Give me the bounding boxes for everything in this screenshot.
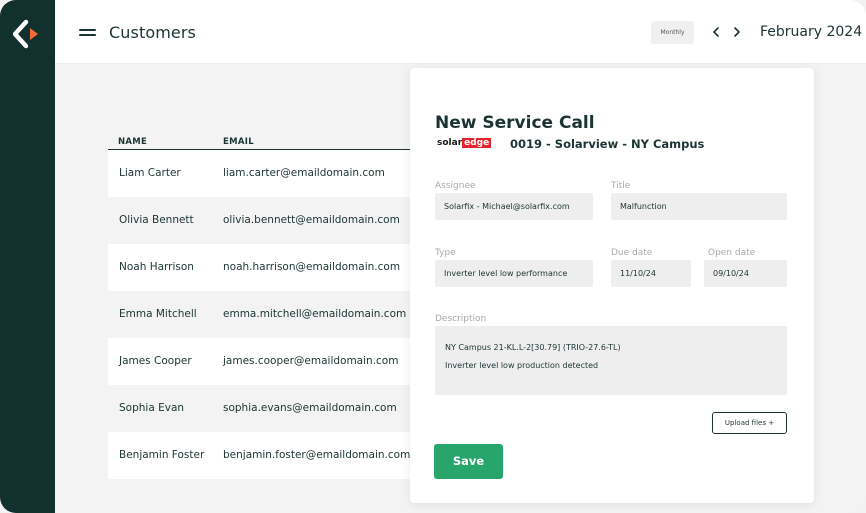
upload-files-button[interactable]: Upload files + [712,412,787,434]
app-frame: Customers Monthly February 2024 NAME EMA… [0,0,866,513]
customers-table: NAME EMAIL Liam Carter liam.carter@email… [108,135,413,479]
side-rail [0,0,55,513]
column-header-email: EMAIL [223,137,254,147]
customer-email: james.cooper@emaildomain.com [223,355,399,367]
table-row[interactable]: Emma Mitchell emma.mitchell@emaildomain.… [108,291,413,338]
customer-name: Emma Mitchell [119,308,197,320]
customer-email: olivia.bennett@emaildomain.com [223,214,400,226]
table-row[interactable]: Benjamin Foster benjamin.foster@emaildom… [108,432,413,479]
modal-title: New Service Call [435,113,595,133]
table-header: NAME EMAIL [108,135,413,150]
title-label: Title [611,181,631,191]
back-arrow-logo-icon[interactable] [13,19,41,49]
customer-name: Liam Carter [119,167,181,179]
table-row[interactable]: Liam Carter liam.carter@emaildomain.com [108,150,413,197]
save-button[interactable]: Save [434,444,503,479]
due-date-field[interactable]: 11/10/24 [611,260,691,287]
hamburger-menu-icon[interactable] [79,27,97,39]
description-label: Description [435,314,487,324]
customer-name: Olivia Bennett [119,214,194,226]
customer-email: liam.carter@emaildomain.com [223,167,385,179]
description-line: NY Campus 21-KL.L-2[30.79] (TRIO-27.6-TL… [445,343,621,352]
customer-name: Noah Harrison [119,261,194,273]
period-label: February 2024 [760,24,863,40]
customer-name: James Cooper [119,355,192,367]
customer-email: emma.mitchell@emaildomain.com [223,308,407,320]
customer-name: Benjamin Foster [119,449,205,461]
table-row[interactable]: Olivia Bennett olivia.bennett@emaildomai… [108,197,413,244]
due-date-label: Due date [611,248,653,258]
table-row[interactable]: Noah Harrison noah.harrison@emaildomain.… [108,244,413,291]
solaredge-logo: solar edge [437,138,492,148]
site-label: 0019 - Solarview - NY Campus [510,137,705,151]
customer-name: Sophia Evan [119,402,185,414]
table-row[interactable]: James Cooper james.cooper@emaildomain.co… [108,338,413,385]
top-bar: Customers Monthly February 2024 [55,0,866,64]
table-row[interactable]: Sophia Evan sophia.evans@emaildomain.com [108,385,413,432]
chevron-right-icon[interactable] [730,24,744,40]
customer-email: sophia.evans@emaildomain.com [223,402,397,414]
assignee-field[interactable]: Solarfix - Michael@solarfix.com [435,193,593,220]
chevron-left-icon[interactable] [709,24,723,40]
open-date-field[interactable]: 09/10/24 [704,260,787,287]
customer-email: noah.harrison@emaildomain.com [223,261,401,273]
type-label: Type [435,248,456,258]
type-field[interactable]: Inverter level low performance [435,260,593,287]
title-field[interactable]: Malfunction [611,193,787,220]
period-select[interactable]: Monthly [651,21,694,44]
column-header-name: NAME [118,137,148,147]
new-service-call-panel: New Service Call solar edge 0019 - Solarv… [410,68,814,503]
open-date-label: Open date [708,248,756,258]
assignee-label: Assignee [435,181,476,191]
description-line: Inverter level low production detected [445,361,599,370]
description-field[interactable]: NY Campus 21-KL.L-2[30.79] (TRIO-27.6-TL… [435,326,787,395]
page-title: Customers [109,23,196,42]
customer-email: benjamin.foster@emaildomain.com [223,449,411,461]
